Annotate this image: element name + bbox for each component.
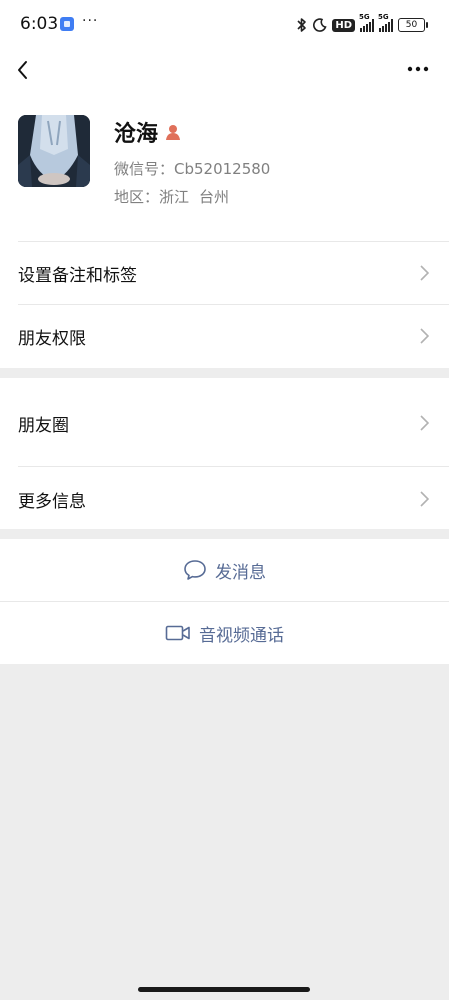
chevron-right-icon xyxy=(420,265,429,281)
home-indicator[interactable] xyxy=(138,987,310,992)
battery-icon: 50 xyxy=(398,18,428,32)
send-message-label: 发消息 xyxy=(215,562,266,583)
wechat-id: 微信号：Cb52012580 xyxy=(114,160,271,178)
bluetooth-icon xyxy=(297,18,307,32)
remarks-tags-row[interactable]: 设置备注和标签 xyxy=(0,242,449,304)
signal-icon: 5G xyxy=(359,13,374,32)
female-person-icon xyxy=(166,125,181,140)
video-call-label: 音视频通话 xyxy=(199,625,284,646)
friend-permissions-row[interactable]: 朋友权限 xyxy=(0,305,449,367)
more-options-button[interactable] xyxy=(407,66,429,72)
avatar[interactable] xyxy=(18,115,90,187)
more-info-row[interactable]: 更多信息 xyxy=(0,467,449,529)
moments-section: 朋友圈 更多信息 xyxy=(0,378,449,529)
region-province: 浙江 xyxy=(159,188,190,206)
moments-label: 朋友圈 xyxy=(18,416,69,436)
status-bar: 6:03 ··· HD 5G 5G 50 xyxy=(0,0,449,50)
region-city: 台州 xyxy=(199,188,230,206)
region-label: 地区： xyxy=(114,188,160,206)
more-info-label: 更多信息 xyxy=(18,492,86,512)
remarks-tags-label: 设置备注和标签 xyxy=(18,266,137,286)
chevron-right-icon xyxy=(420,491,429,507)
name-row: 沧海 xyxy=(114,116,182,148)
hd-badge: HD xyxy=(332,18,355,32)
region: 地区：浙江 台州 xyxy=(114,186,239,207)
moments-row[interactable]: 朋友圈 xyxy=(0,378,449,466)
signal-icon-2: 5G xyxy=(378,13,393,32)
moon-icon xyxy=(313,18,327,32)
video-call-button[interactable]: 音视频通话 xyxy=(0,602,449,664)
back-button[interactable] xyxy=(14,58,34,82)
video-camera-icon xyxy=(165,625,190,641)
status-ellipsis: ··· xyxy=(82,13,99,29)
contact-name: 沧海 xyxy=(114,122,159,147)
send-message-button[interactable]: 发消息 xyxy=(0,539,449,601)
friend-permissions-label: 朋友权限 xyxy=(18,329,86,349)
status-icons: HD 5G 5G 50 xyxy=(296,13,428,35)
app-notification-icon xyxy=(60,17,74,31)
chat-bubble-icon xyxy=(184,560,206,580)
chevron-right-icon xyxy=(420,328,429,344)
status-time: 6:03 xyxy=(20,14,59,34)
actions-section: 发消息 音视频通话 xyxy=(0,539,449,664)
chevron-right-icon xyxy=(420,415,429,431)
